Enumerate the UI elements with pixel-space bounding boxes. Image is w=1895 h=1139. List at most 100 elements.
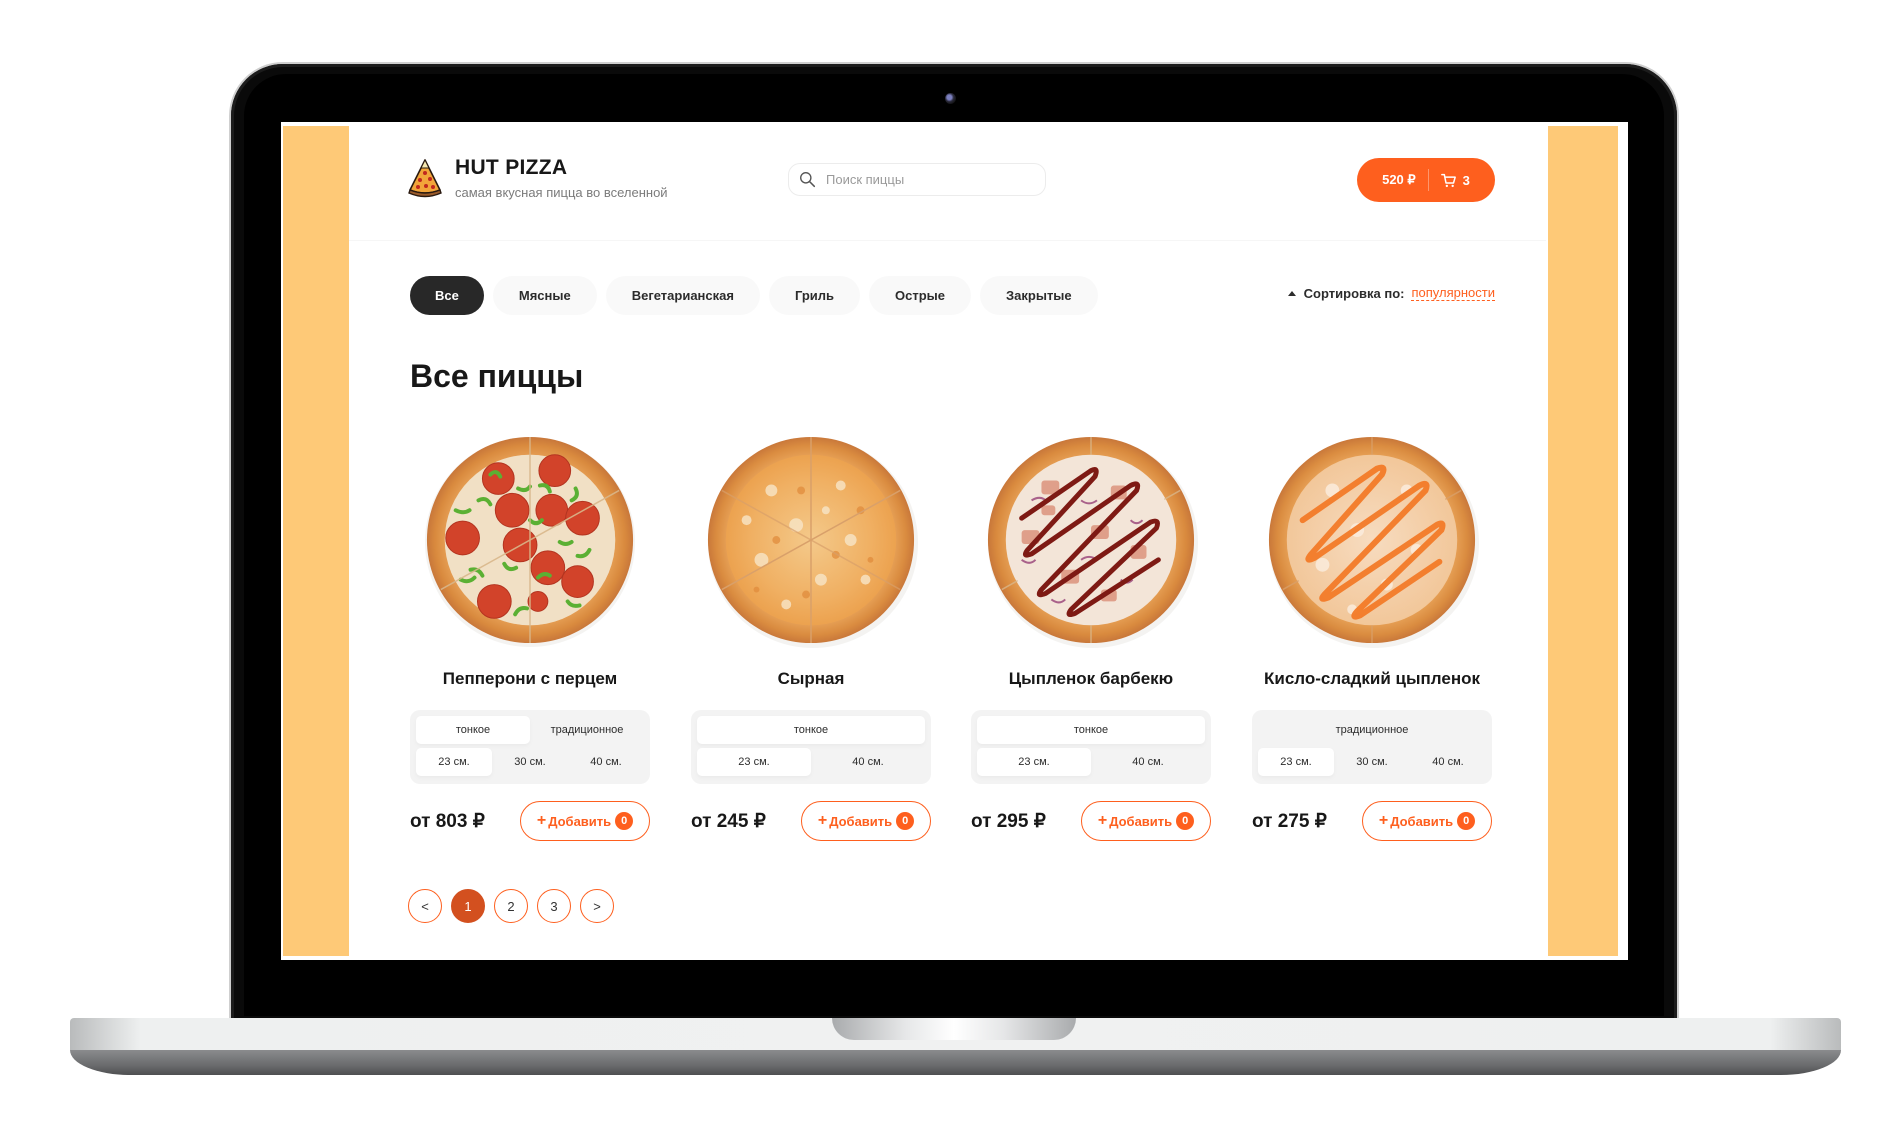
add-label: Добавить [548,813,612,829]
add-label: Добавить [1109,813,1173,829]
header-divider [349,240,1546,241]
laptop-screen: HUT PIZZA самая вкусная пицца во вселенн… [281,122,1628,960]
add-count-badge: 0 [615,812,634,830]
pagination-page-3[interactable]: 3 [537,889,571,923]
pagination-next-button[interactable]: > [580,889,614,923]
dough-option-thin[interactable]: тонкое [977,716,1205,744]
webcam-icon [945,93,956,104]
cart-count: 3 [1462,172,1470,188]
laptop-hinge-notch [832,1018,1076,1040]
pizza-price: от 245 ₽ [691,810,766,832]
plus-icon: + [1378,812,1389,829]
sort-label: Сортировка по: [1303,285,1405,301]
add-count-badge: 0 [896,812,915,830]
category-spicy[interactable]: Острые [869,276,972,315]
plus-icon: + [1097,812,1108,829]
size-options: 23 см. 30 см. 40 см. [1258,748,1486,776]
search-input[interactable] [824,171,1028,188]
cheese-pizza-image [707,436,919,649]
dough-options: тонкое [977,716,1205,744]
pizza-card-footer: от 295 ₽ + Добавить 0 [971,801,1211,841]
add-label: Добавить [829,813,893,829]
pizza-card-footer: от 803 ₽ + Добавить 0 [410,801,650,841]
category-list: Все Мясные Вегетарианская Гриль Острые З… [410,276,1098,315]
size-option-23[interactable]: 23 см. [697,748,811,776]
search-icon [800,172,816,188]
pizza-name: Пепперони с перцем [442,669,618,688]
size-options: 23 см. 40 см. [977,748,1205,776]
size-option-23[interactable]: 23 см. [1258,748,1334,776]
category-closed[interactable]: Закрытые [980,276,1098,315]
dough-option-traditional[interactable]: традиционное [530,716,644,744]
pizza-options: тонкое 23 см. 40 см. [691,710,931,784]
add-count-badge: 0 [1176,812,1195,830]
sweet-sour-chicken-pizza-image [1268,436,1480,649]
cart-button[interactable]: 520 ₽ 3 [1357,158,1495,202]
pizza-card: Пепперони с перцем тонкое традиционное 2… [410,431,650,841]
page-background-right [1548,126,1618,956]
dough-options: тонкое [697,716,925,744]
pizza-options: традиционное 23 см. 30 см. 40 см. [1252,710,1492,784]
plus-icon: + [536,812,547,829]
cart-total: 520 ₽ [1382,172,1416,187]
pizza-price: от 275 ₽ [1252,810,1327,832]
pizza-price: от 803 ₽ [410,810,485,832]
pizza-card-footer: от 245 ₽ + Добавить 0 [691,801,931,841]
bbq-chicken-pizza-image [987,436,1199,649]
size-option-40[interactable]: 40 см. [1410,748,1486,776]
laptop-base-bottom [70,1050,1841,1075]
dough-option-thin[interactable]: тонкое [416,716,530,744]
size-option-23[interactable]: 23 см. [977,748,1091,776]
pizza-name: Кисло-сладкий цыпленок [1264,669,1480,688]
add-to-cart-button[interactable]: + Добавить 0 [1362,801,1492,841]
add-to-cart-button[interactable]: + Добавить 0 [801,801,931,841]
sort-arrow-up-icon[interactable] [1287,290,1296,296]
pagination-page-1[interactable]: 1 [451,889,485,923]
size-option-40[interactable]: 40 см. [568,748,644,776]
category-grill[interactable]: Гриль [768,276,861,315]
pizza-card: Кисло-сладкий цыпленок традиционное 23 с… [1252,431,1492,841]
pizza-name: Цыпленок барбекю [1008,669,1174,688]
pizza-card-footer: от 275 ₽ + Добавить 0 [1252,801,1492,841]
brand-name[interactable]: HUT PIZZA [455,156,567,180]
size-option-23[interactable]: 23 см. [416,748,492,776]
pizza-name: Сырная [777,669,845,688]
size-options: 23 см. 30 см. 40 см. [416,748,644,776]
size-option-40[interactable]: 40 см. [1091,748,1205,776]
plus-icon: + [817,812,828,829]
add-to-cart-button[interactable]: + Добавить 0 [1081,801,1211,841]
size-option-40[interactable]: 40 см. [811,748,925,776]
dough-option-traditional[interactable]: традиционное [1258,716,1486,744]
pagination-page-2[interactable]: 2 [494,889,528,923]
size-option-30[interactable]: 30 см. [492,748,568,776]
dough-option-thin[interactable]: тонкое [697,716,925,744]
pepperoni-pizza-image [424,436,636,648]
cart-divider [1427,169,1429,191]
add-to-cart-button[interactable]: + Добавить 0 [520,801,650,841]
pizza-card: Цыпленок барбекю тонкое 23 см. 40 см. от… [971,431,1211,841]
content-panel: HUT PIZZA самая вкусная пицца во вселенн… [349,122,1546,954]
pizza-options: тонкое традиционное 23 см. 30 см. 40 см. [410,710,650,784]
dough-options: тонкое традиционное [416,716,644,744]
category-meat[interactable]: Мясные [492,276,597,315]
page-background-left [283,126,349,956]
pagination: < 1 2 3 > [408,889,614,923]
pizza-slice-icon[interactable] [407,158,443,198]
add-label: Добавить [1390,813,1454,829]
sort-control: Сортировка по: популярности [1287,285,1495,301]
size-options: 23 см. 40 см. [697,748,925,776]
pizza-card: Сырная тонкое 23 см. 40 см. от 245 ₽ + Д… [691,431,931,841]
cart-icon [1440,173,1456,187]
pizza-options: тонкое 23 см. 40 см. [971,710,1211,784]
sort-dropdown[interactable]: популярности [1411,285,1495,301]
category-vegetarian[interactable]: Вегетарианская [605,276,760,315]
category-all[interactable]: Все [410,276,484,315]
add-count-badge: 0 [1457,812,1476,830]
pagination-prev-button[interactable]: < [408,889,442,923]
search-box[interactable] [788,163,1046,196]
brand-tagline: самая вкусная пицца во вселенной [455,185,668,200]
pizza-price: от 295 ₽ [971,810,1046,832]
page-title: Все пиццы [410,358,584,394]
size-option-30[interactable]: 30 см. [1334,748,1410,776]
dough-options: традиционное [1258,716,1486,744]
